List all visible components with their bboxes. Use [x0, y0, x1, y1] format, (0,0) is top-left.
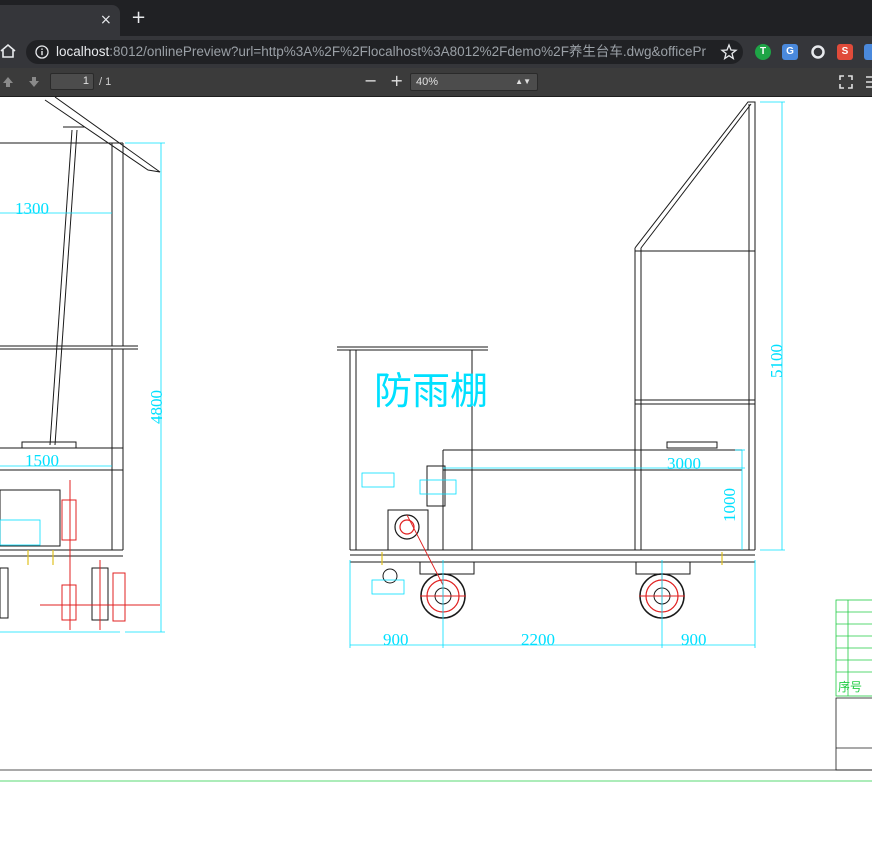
- zoom-select[interactable]: 40% ▲▼: [410, 73, 538, 91]
- cad-drawing: 1300 1500 4800 防雨棚 3000 1000 5100 900 22…: [0, 97, 872, 782]
- table-header-label: 序号: [838, 679, 862, 694]
- dim-4800: 4800: [147, 390, 166, 424]
- address-bar[interactable]: localhost:8012/onlinePreview?url=http%3A…: [26, 40, 743, 64]
- dim-2200: 2200: [521, 630, 555, 649]
- right-view: [337, 101, 756, 584]
- page-number-input[interactable]: 1: [50, 73, 94, 90]
- info-icon[interactable]: [35, 45, 49, 59]
- zoom-out-button[interactable]: −: [364, 72, 377, 90]
- fullscreen-icon[interactable]: [838, 74, 854, 90]
- browser-tab-strip: × +: [0, 0, 872, 36]
- right-red-lines: [406, 514, 685, 619]
- next-page-icon[interactable]: [26, 74, 42, 90]
- home-icon[interactable]: [0, 43, 16, 59]
- ext-translate-icon[interactable]: G: [782, 44, 798, 60]
- dim-5100: 5100: [767, 344, 786, 378]
- page-total-label: / 1: [99, 76, 112, 88]
- dim-1300: 1300: [15, 199, 49, 218]
- url-text[interactable]: localhost:8012/onlinePreview?url=http%3A…: [56, 44, 706, 60]
- dim-1500: 1500: [25, 451, 59, 470]
- ext-red-icon[interactable]: S: [837, 44, 853, 60]
- ext-partial-icon[interactable]: [864, 44, 872, 60]
- viewer-toolbar: 1 / 1 − + 40% ▲▼: [0, 68, 872, 97]
- ext-green-icon[interactable]: T: [755, 44, 771, 60]
- browser-toolbar: localhost:8012/onlinePreview?url=http%3A…: [0, 36, 872, 68]
- ring-icon: [811, 45, 825, 59]
- chevron-updown-icon: ▲▼: [515, 77, 531, 86]
- left-view: [0, 97, 161, 622]
- new-tab-button[interactable]: +: [131, 9, 146, 27]
- url-host: localhost: [56, 44, 110, 59]
- url-path: :8012/onlinePreview?url=http%3A%2F%2Floc…: [109, 44, 706, 59]
- rain-shed-label: 防雨棚: [374, 371, 488, 413]
- dim-900-right: 900: [681, 630, 707, 649]
- tools-icon[interactable]: [864, 74, 872, 90]
- tab-close-button[interactable]: ×: [100, 13, 112, 27]
- left-red-centerlines: [40, 480, 160, 630]
- yellow-markers: [27, 550, 723, 565]
- dim-3000: 3000: [667, 454, 701, 473]
- dim-1000: 1000: [720, 488, 739, 522]
- dim-900-left: 900: [383, 630, 409, 649]
- drawing-canvas[interactable]: 1300 1500 4800 防雨棚 3000 1000 5100 900 22…: [0, 97, 872, 866]
- zoom-value: 40%: [416, 76, 439, 88]
- bookmark-star-icon[interactable]: [720, 43, 738, 61]
- previous-page-icon[interactable]: [0, 74, 16, 90]
- ext-circle-icon[interactable]: [810, 44, 826, 60]
- zoom-in-button[interactable]: +: [390, 72, 403, 90]
- active-tab[interactable]: ×: [0, 5, 120, 36]
